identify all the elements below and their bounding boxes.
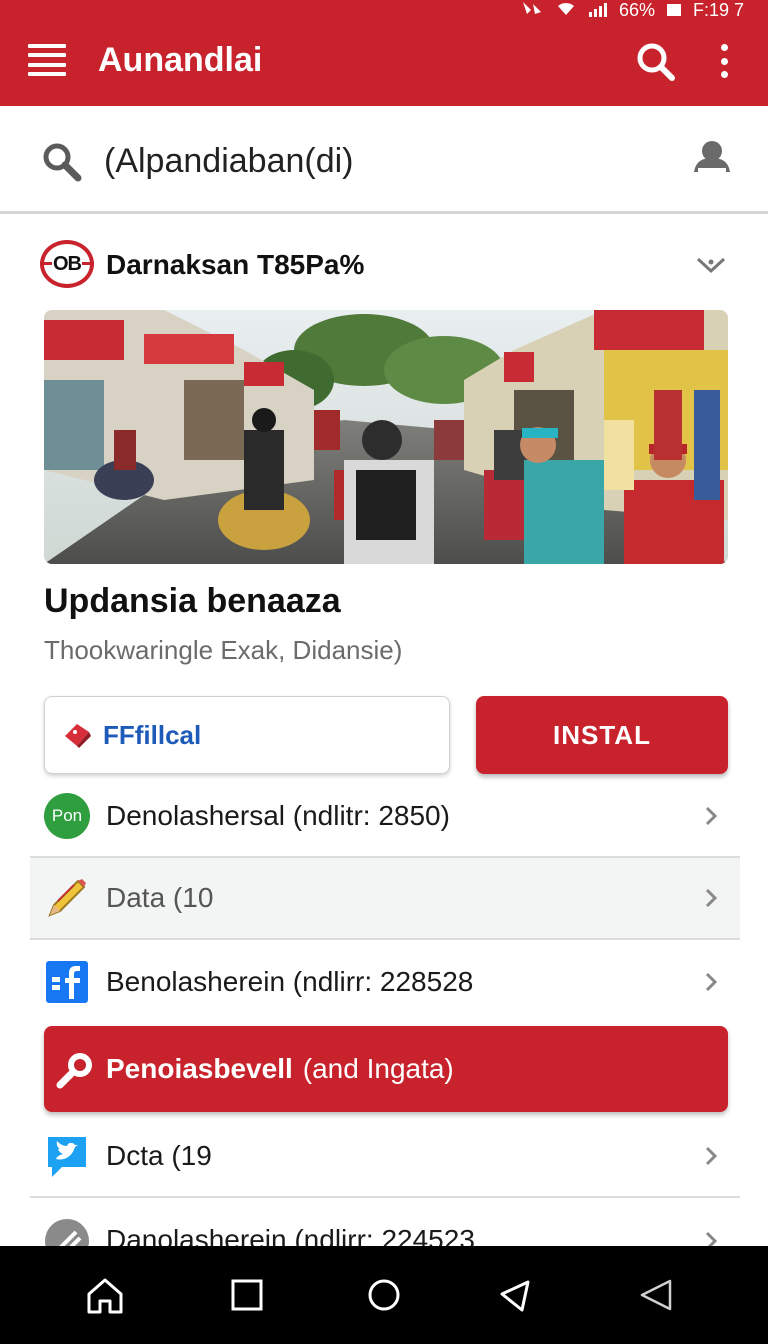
- publisher-logo-text: OB: [52, 252, 82, 276]
- list-item[interactable]: Dcta (19: [30, 1116, 740, 1198]
- search-icon[interactable]: [636, 42, 676, 82]
- card-title: Darnaksan T85Pa%: [106, 249, 365, 280]
- chevron-right-icon: [704, 805, 718, 827]
- headline: Updansia benaaza: [44, 582, 341, 620]
- publisher-logo: OB: [40, 240, 94, 288]
- notification-icon: [521, 0, 543, 20]
- chevron-right-icon: [704, 971, 718, 993]
- menu-button[interactable]: [28, 44, 66, 76]
- link-icon: [44, 1218, 90, 1246]
- hamburger-line: [28, 53, 66, 58]
- list-item[interactable]: Danolasherein (ndlirr: 224523: [30, 1200, 740, 1246]
- list-item-label: Benolasherein (ndlirr: 228528: [106, 966, 474, 997]
- hamburger-line: [28, 44, 66, 48]
- home-icon[interactable]: [82, 1272, 128, 1318]
- status-bar: 66% F:19 7: [521, 0, 744, 20]
- promo-banner[interactable]: Penoiasbevell (and Ingata): [44, 1026, 728, 1112]
- banner-subtitle: (and Ingata): [302, 1053, 454, 1084]
- banner-title: Penoiasbevell: [106, 1053, 293, 1084]
- list-item[interactable]: Data (10: [30, 858, 740, 940]
- facebook-icon: [44, 959, 90, 1005]
- chevron-right-icon: [704, 1230, 718, 1246]
- app-title: Aunandlai: [98, 41, 263, 79]
- list-item-label: Denolashersal (ndlitr: 2850): [106, 800, 450, 831]
- twitter-bird-icon: [44, 1133, 90, 1179]
- secondary-button[interactable]: FFfillcal: [44, 696, 450, 774]
- clock: F:19 7: [692, 0, 744, 20]
- list-item[interactable]: Pon Denolashersal (ndlitr: 2850): [30, 776, 740, 858]
- system-nav-bar: [0, 1246, 768, 1344]
- hamburger-line: [28, 71, 66, 76]
- tag-icon: [61, 720, 95, 750]
- install-button[interactable]: INSTAL: [476, 696, 728, 774]
- battery-percent: 66%: [618, 0, 655, 20]
- search-icon: [56, 1049, 96, 1089]
- more-options-icon[interactable]: [712, 44, 736, 78]
- list-item-label: Danolasherein (ndlirr: 224523: [106, 1224, 475, 1246]
- list-item-label: Data (10: [106, 882, 214, 913]
- circle-icon[interactable]: [361, 1272, 407, 1318]
- hamburger-line: [28, 62, 66, 67]
- list-item[interactable]: Benolasherein (ndlirr: 228528: [30, 941, 740, 1023]
- battery-icon: [666, 4, 681, 16]
- chevron-right-icon: [704, 887, 718, 909]
- secondary-button-label: FFfillcal: [103, 719, 202, 750]
- chevron-down-icon[interactable]: [694, 254, 728, 276]
- pon-badge-icon: Pon: [44, 793, 90, 839]
- wifi-icon: [555, 0, 577, 20]
- street-photo: [44, 310, 728, 564]
- back-triangle-icon[interactable]: [492, 1272, 538, 1318]
- subline: Thookwaringle Exak, Didansie): [44, 635, 403, 665]
- search-input[interactable]: [104, 136, 624, 186]
- list-item-label: Dcta (19: [106, 1140, 212, 1171]
- square-icon[interactable]: [224, 1272, 270, 1318]
- chevron-right-icon: [704, 1145, 718, 1167]
- pencil-icon: [44, 875, 90, 921]
- signal-icon: [588, 3, 607, 17]
- search-bar: [0, 106, 768, 214]
- search-icon: [42, 142, 82, 182]
- app-bar: 66% F:19 7 Aunandlai: [0, 0, 768, 106]
- back-triangle-outline-icon[interactable]: [634, 1272, 680, 1318]
- pon-badge-text: Pon: [51, 806, 83, 825]
- account-icon[interactable]: [692, 138, 732, 183]
